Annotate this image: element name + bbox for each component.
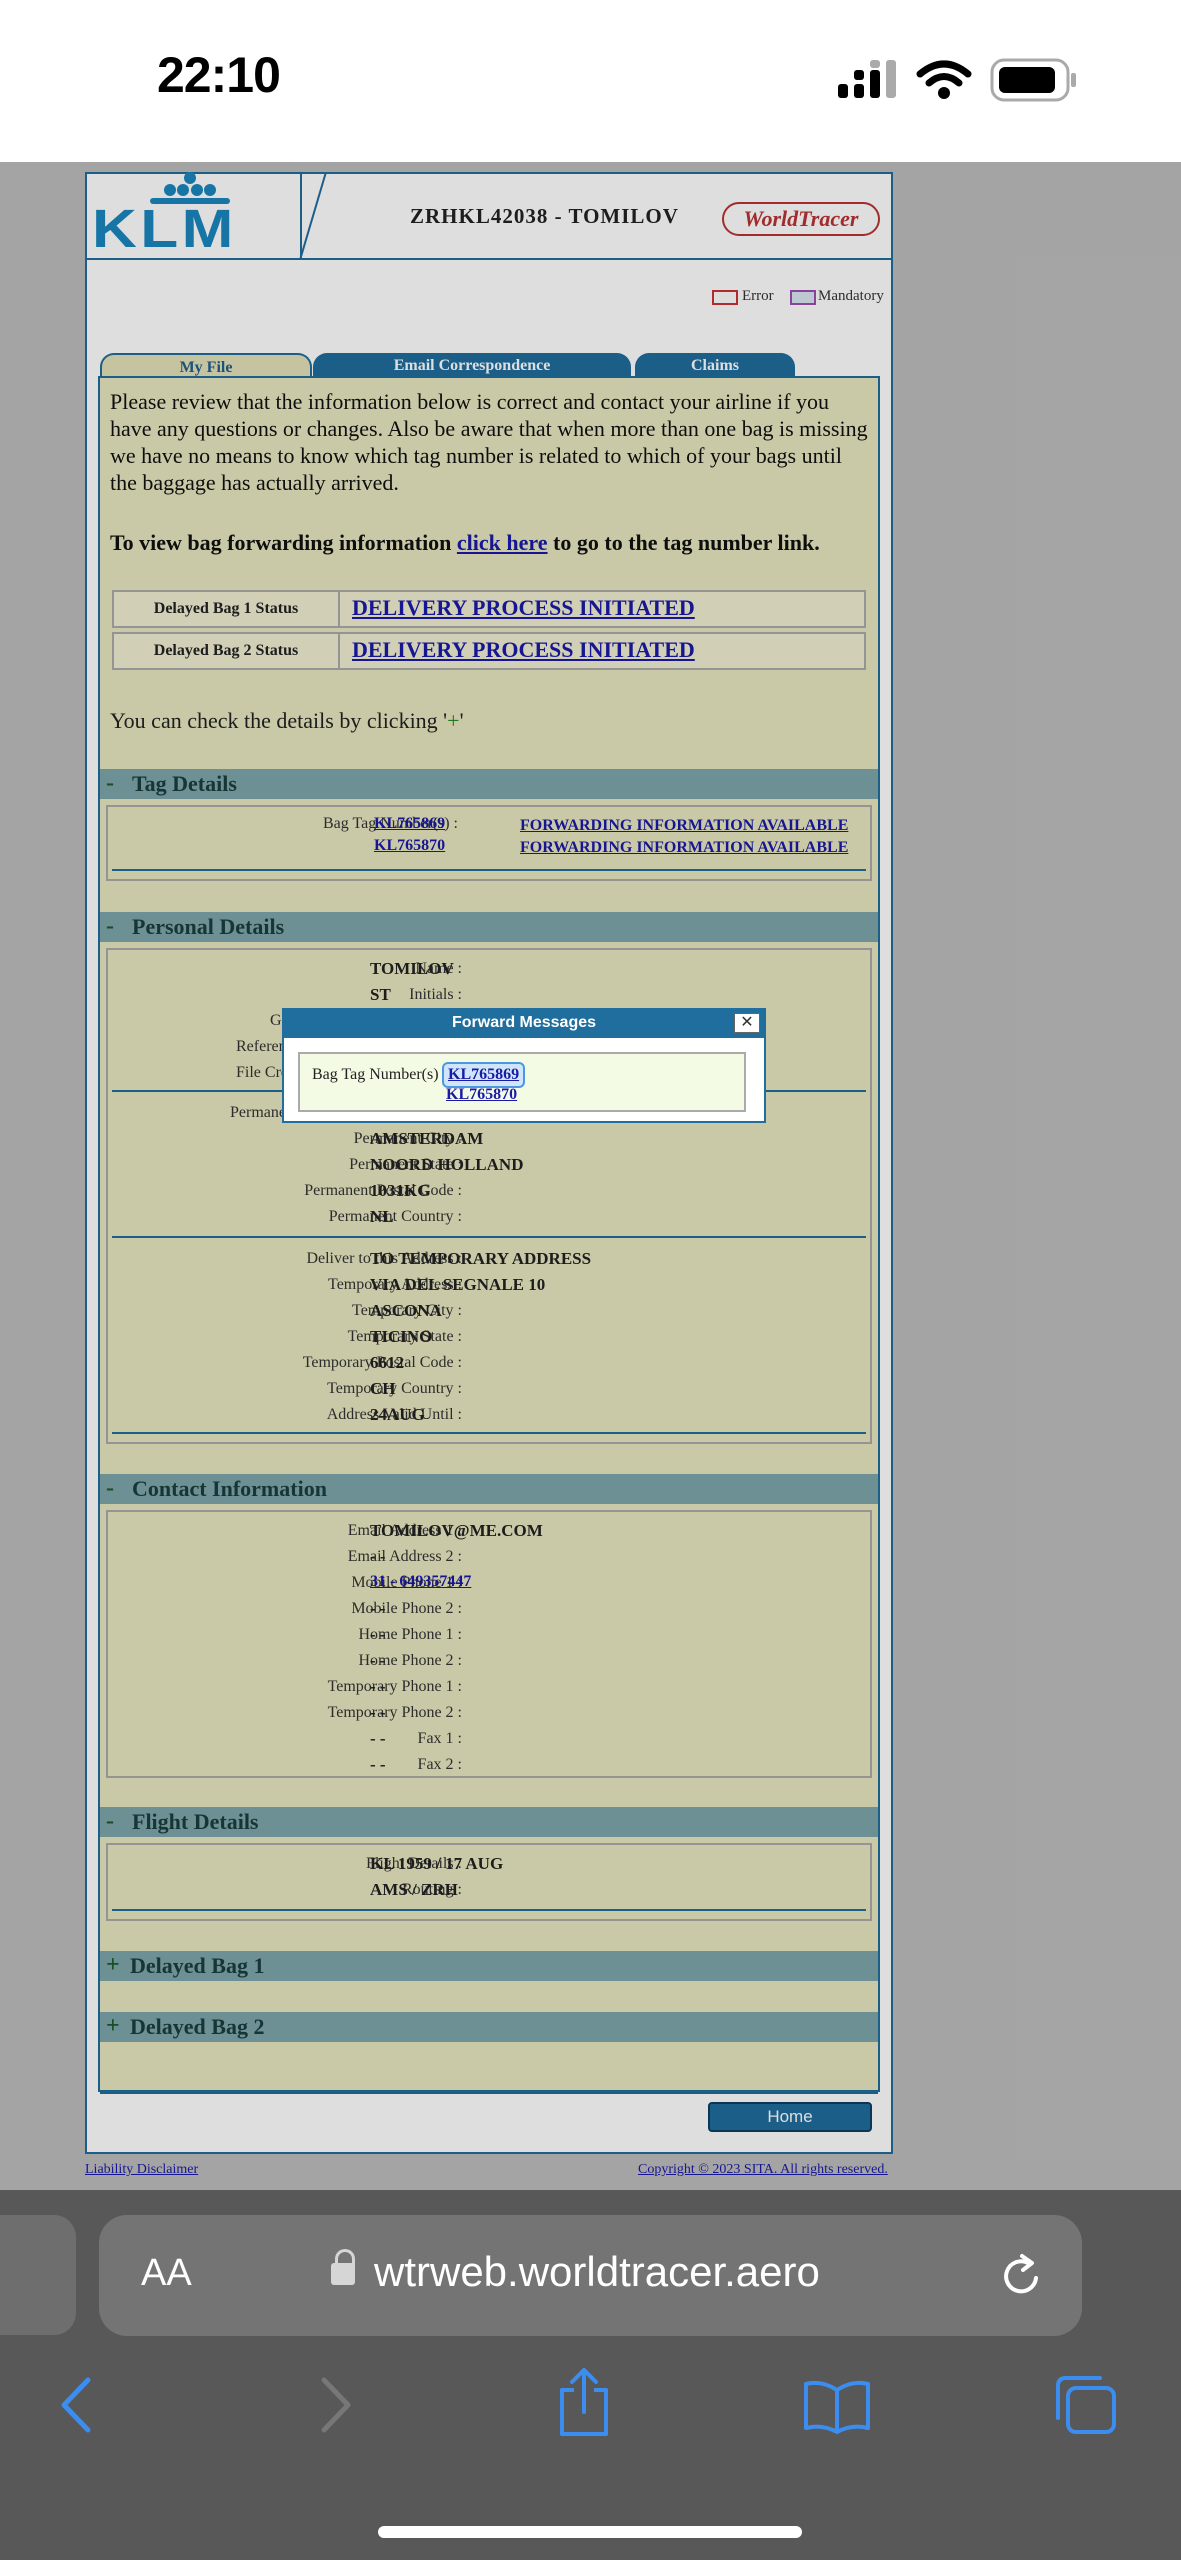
forward-messages-dialog: Forward Messages ✕ Bag Tag Number(s) : K… [282,1008,766,1123]
reader-options-button[interactable]: AA [141,2252,192,2295]
dialog-tag-label: Bag Tag Number(s) : [312,1066,447,1083]
back-icon[interactable] [56,2376,96,2434]
dialog-tag-link-1[interactable]: KL765869 [442,1062,526,1088]
dialog-title: Forward Messages [451,1014,597,1031]
battery-icon [990,58,1076,102]
url-text[interactable]: wtrweb.worldtracer.aero [374,2248,820,2296]
bookmarks-icon[interactable] [802,2378,872,2434]
status-time: 22:10 [157,47,281,103]
previous-tab-preview[interactable] [0,2215,76,2335]
wifi-icon [916,60,972,99]
modal-overlay [0,162,1181,2190]
dialog-header: Forward Messages ✕ [284,1010,764,1038]
cellular-signal-icon [838,60,896,98]
home-indicator [378,2526,802,2538]
share-icon[interactable] [556,2366,612,2438]
close-icon[interactable]: ✕ [734,1013,760,1033]
forward-icon [321,2377,351,2433]
tabs-icon[interactable] [1054,2374,1118,2436]
lock-icon [331,2263,355,2285]
dialog-tag-link-2[interactable]: KL765870 [446,1086,517,1104]
dialog-body: Bag Tag Number(s) : KL765869 KL765870 [298,1052,746,1112]
reload-icon[interactable] [1000,2252,1044,2300]
